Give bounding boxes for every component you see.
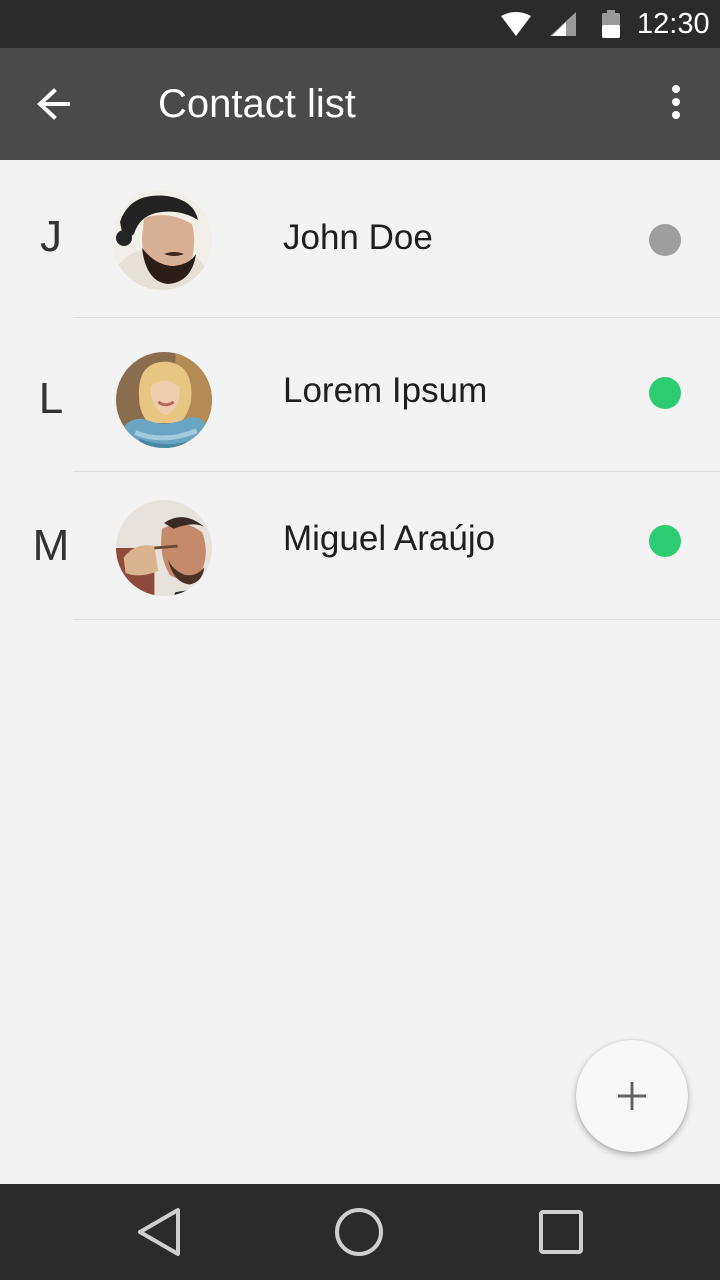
plus-icon bbox=[618, 1082, 646, 1110]
status-time: 12:30 bbox=[637, 8, 710, 40]
contact-row-lorem-ipsum[interactable]: L Lorem Ipsum bbox=[0, 318, 720, 470]
status-indicator-online bbox=[649, 377, 681, 409]
add-contact-button[interactable] bbox=[576, 1040, 688, 1152]
back-button[interactable] bbox=[30, 82, 78, 126]
status-bar: 12:30 bbox=[0, 0, 720, 48]
recents-square-icon[interactable] bbox=[533, 1204, 589, 1260]
contact-row-miguel-araujo[interactable]: M Miguel Araújo bbox=[0, 466, 720, 618]
contact-name: Miguel Araújo bbox=[283, 519, 496, 558]
section-letter: L bbox=[38, 374, 64, 423]
section-letter: J bbox=[40, 212, 62, 261]
status-indicator-offline bbox=[649, 224, 681, 256]
contact-row-john-doe[interactable]: J John Doe bbox=[0, 160, 720, 312]
page-title: Contact list bbox=[158, 82, 356, 126]
contact-name: Lorem Ipsum bbox=[283, 371, 488, 410]
avatar bbox=[116, 500, 212, 596]
overflow-menu-button[interactable] bbox=[660, 80, 692, 128]
back-triangle-icon[interactable] bbox=[134, 1204, 190, 1260]
avatar bbox=[116, 352, 212, 448]
more-vert-icon bbox=[672, 85, 680, 119]
status-indicator-online bbox=[649, 525, 681, 557]
system-nav-bar bbox=[0, 1184, 720, 1280]
divider bbox=[73, 619, 720, 620]
arrow-left-icon bbox=[37, 88, 70, 120]
contact-name: John Doe bbox=[283, 218, 433, 257]
app-bar: Contact list bbox=[0, 48, 720, 160]
battery-icon bbox=[602, 10, 620, 38]
avatar bbox=[112, 190, 212, 290]
cell-signal-icon bbox=[550, 12, 576, 36]
wifi-icon bbox=[501, 12, 531, 36]
section-letter: M bbox=[32, 521, 70, 570]
home-circle-icon[interactable] bbox=[331, 1204, 387, 1260]
